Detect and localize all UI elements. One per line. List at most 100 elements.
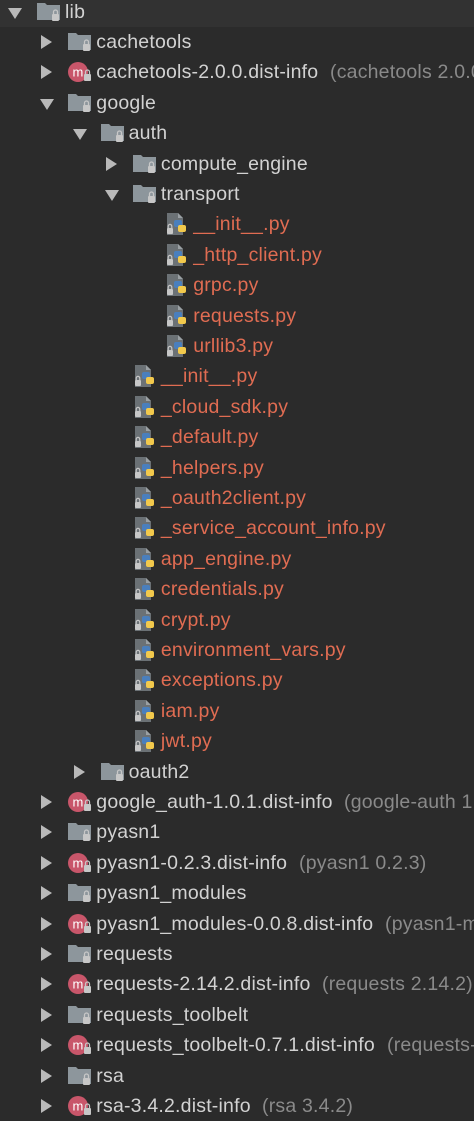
tree-file-row[interactable]: urllib3.py [0, 331, 474, 361]
tree-file-row[interactable]: exceptions.py [0, 665, 474, 695]
tree-folder-row[interactable]: oauth2 [0, 757, 474, 787]
project-tree[interactable]: lib cachetools m cachetools-2.0.0.dist-info… [0, 0, 474, 1117]
python-file-icon [164, 273, 190, 300]
tree-folder-row[interactable]: auth [0, 118, 474, 148]
tree-item-label: pyasn1_modules [96, 882, 247, 905]
folder-icon [132, 182, 158, 209]
tree-item-label: pyasn1 [96, 821, 161, 844]
expand-arrow-down-icon[interactable] [40, 98, 55, 110]
expand-arrow-right-icon[interactable] [41, 1038, 53, 1053]
expand-arrow-right-icon[interactable] [41, 1099, 53, 1114]
tree-item-label: lib [65, 0, 86, 23]
expand-arrow-right-icon[interactable] [41, 65, 53, 80]
tree-folder-row[interactable]: m rsa-3.4.2.dist-info (rsa 3.4.2) [0, 1091, 474, 1121]
tree-folder-row[interactable]: m cachetools-2.0.0.dist-info (cachetools 2… [0, 57, 474, 87]
tree-file-row[interactable]: jwt.py [0, 726, 474, 756]
expand-arrow-right-icon[interactable] [41, 977, 53, 992]
python-file-icon [132, 395, 158, 422]
tree-item-label: requests.py [193, 304, 297, 327]
expand-arrow-right-icon[interactable] [41, 886, 53, 901]
expand-arrow-right-icon[interactable] [41, 916, 53, 931]
tree-file-row[interactable]: _default.py [0, 422, 474, 452]
folder-icon [132, 152, 158, 179]
tree-file-row[interactable]: _cloud_sdk.py [0, 392, 474, 422]
expand-arrow-right-icon[interactable] [41, 35, 53, 50]
tree-folder-row[interactable]: pyasn1_modules [0, 878, 474, 908]
tree-folder-row[interactable]: compute_engine [0, 149, 474, 179]
tree-folder-row[interactable]: rsa [0, 1061, 474, 1091]
tree-item-label: requests-2.14.2.dist-info [96, 973, 311, 996]
package-icon: m [67, 972, 93, 999]
expand-arrow-right-icon[interactable] [41, 825, 53, 840]
python-file-icon [164, 304, 190, 331]
expand-arrow-right-icon[interactable] [41, 855, 53, 870]
tree-item-label: crypt.py [160, 608, 231, 631]
tree-file-row[interactable]: credentials.py [0, 574, 474, 604]
tree-item-label: auth [128, 122, 168, 145]
tree-item-label: cachetools [96, 30, 192, 53]
tree-folder-row[interactable]: lib [0, 0, 474, 27]
expand-arrow-down-icon[interactable] [104, 190, 119, 202]
package-icon: m [67, 851, 93, 878]
tree-item-label: exceptions.py [160, 669, 283, 692]
tree-file-row[interactable]: __init__.py [0, 209, 474, 239]
tree-folder-row[interactable]: m pyasn1_modules-0.0.8.dist-info (pyasn1-m… [0, 909, 474, 939]
tree-item-label: pyasn1-0.2.3.dist-info [96, 851, 288, 874]
tree-item-label: requests [96, 942, 173, 965]
python-file-icon [132, 699, 158, 726]
tree-file-row[interactable]: __init__.py [0, 361, 474, 391]
tree-item-hint: (cachetools 2.0.0) [330, 61, 474, 84]
tree-file-row[interactable]: _http_client.py [0, 240, 474, 270]
tree-item-hint: (google-auth 1.0.1) [344, 790, 474, 813]
python-file-icon [132, 729, 158, 756]
python-file-icon [132, 547, 158, 574]
folder-icon [36, 0, 62, 27]
tree-file-row[interactable]: crypt.py [0, 605, 474, 635]
tree-item-label: __init__.py [160, 365, 258, 388]
tree-file-row[interactable]: _service_account_info.py [0, 513, 474, 543]
tree-folder-row[interactable]: transport [0, 179, 474, 209]
tree-folder-row[interactable]: cachetools [0, 27, 474, 57]
tree-item-label: grpc.py [193, 274, 259, 297]
expand-arrow-down-icon[interactable] [8, 7, 22, 19]
tree-folder-row[interactable]: requests [0, 939, 474, 969]
tree-item-label: _default.py [160, 426, 259, 449]
tree-file-row[interactable]: requests.py [0, 301, 474, 331]
tree-item-label: iam.py [160, 699, 220, 722]
tree-file-row[interactable]: grpc.py [0, 270, 474, 300]
tree-file-row[interactable]: _helpers.py [0, 453, 474, 483]
tree-folder-row[interactable]: m requests_toolbelt-0.7.1.dist-info (reque… [0, 1030, 474, 1060]
folder-icon [67, 881, 93, 908]
folder-icon [67, 942, 93, 969]
tree-item-label: credentials.py [160, 578, 285, 601]
tree-item-label: rsa-3.4.2.dist-info [96, 1094, 251, 1117]
python-file-icon [132, 638, 158, 665]
expand-arrow-right-icon[interactable] [41, 947, 53, 962]
package-icon: m [67, 1033, 93, 1060]
expand-arrow-right-icon[interactable] [41, 1068, 53, 1083]
expand-arrow-right-icon[interactable] [105, 156, 117, 171]
tree-item-label: urllib3.py [193, 334, 274, 357]
python-file-icon [132, 668, 158, 695]
expand-arrow-right-icon[interactable] [41, 1007, 53, 1022]
expand-arrow-right-icon[interactable] [41, 795, 53, 810]
tree-file-row[interactable]: _oauth2client.py [0, 483, 474, 513]
tree-folder-row[interactable]: m google_auth-1.0.1.dist-info (google-auth… [0, 787, 474, 817]
tree-file-row[interactable]: environment_vars.py [0, 635, 474, 665]
tree-folder-row[interactable]: google [0, 88, 474, 118]
expand-arrow-right-icon[interactable] [73, 764, 85, 779]
expand-arrow-down-icon[interactable] [72, 129, 87, 141]
python-file-icon [132, 608, 158, 635]
svg-text:m: m [73, 1038, 84, 1053]
folder-icon [67, 91, 93, 118]
tree-file-row[interactable]: iam.py [0, 696, 474, 726]
folder-icon [67, 1003, 93, 1030]
tree-file-row[interactable]: app_engine.py [0, 544, 474, 574]
tree-folder-row[interactable]: m pyasn1-0.2.3.dist-info (pyasn1 0.2.3) [0, 848, 474, 878]
tree-item-hint: (rsa 3.4.2) [262, 1094, 354, 1117]
tree-folder-row[interactable]: requests_toolbelt [0, 1000, 474, 1030]
tree-item-label: pyasn1_modules-0.0.8.dist-info [96, 912, 374, 935]
tree-item-label: transport [160, 182, 240, 205]
tree-folder-row[interactable]: m requests-2.14.2.dist-info (requests 2.14… [0, 969, 474, 999]
tree-folder-row[interactable]: pyasn1 [0, 817, 474, 847]
